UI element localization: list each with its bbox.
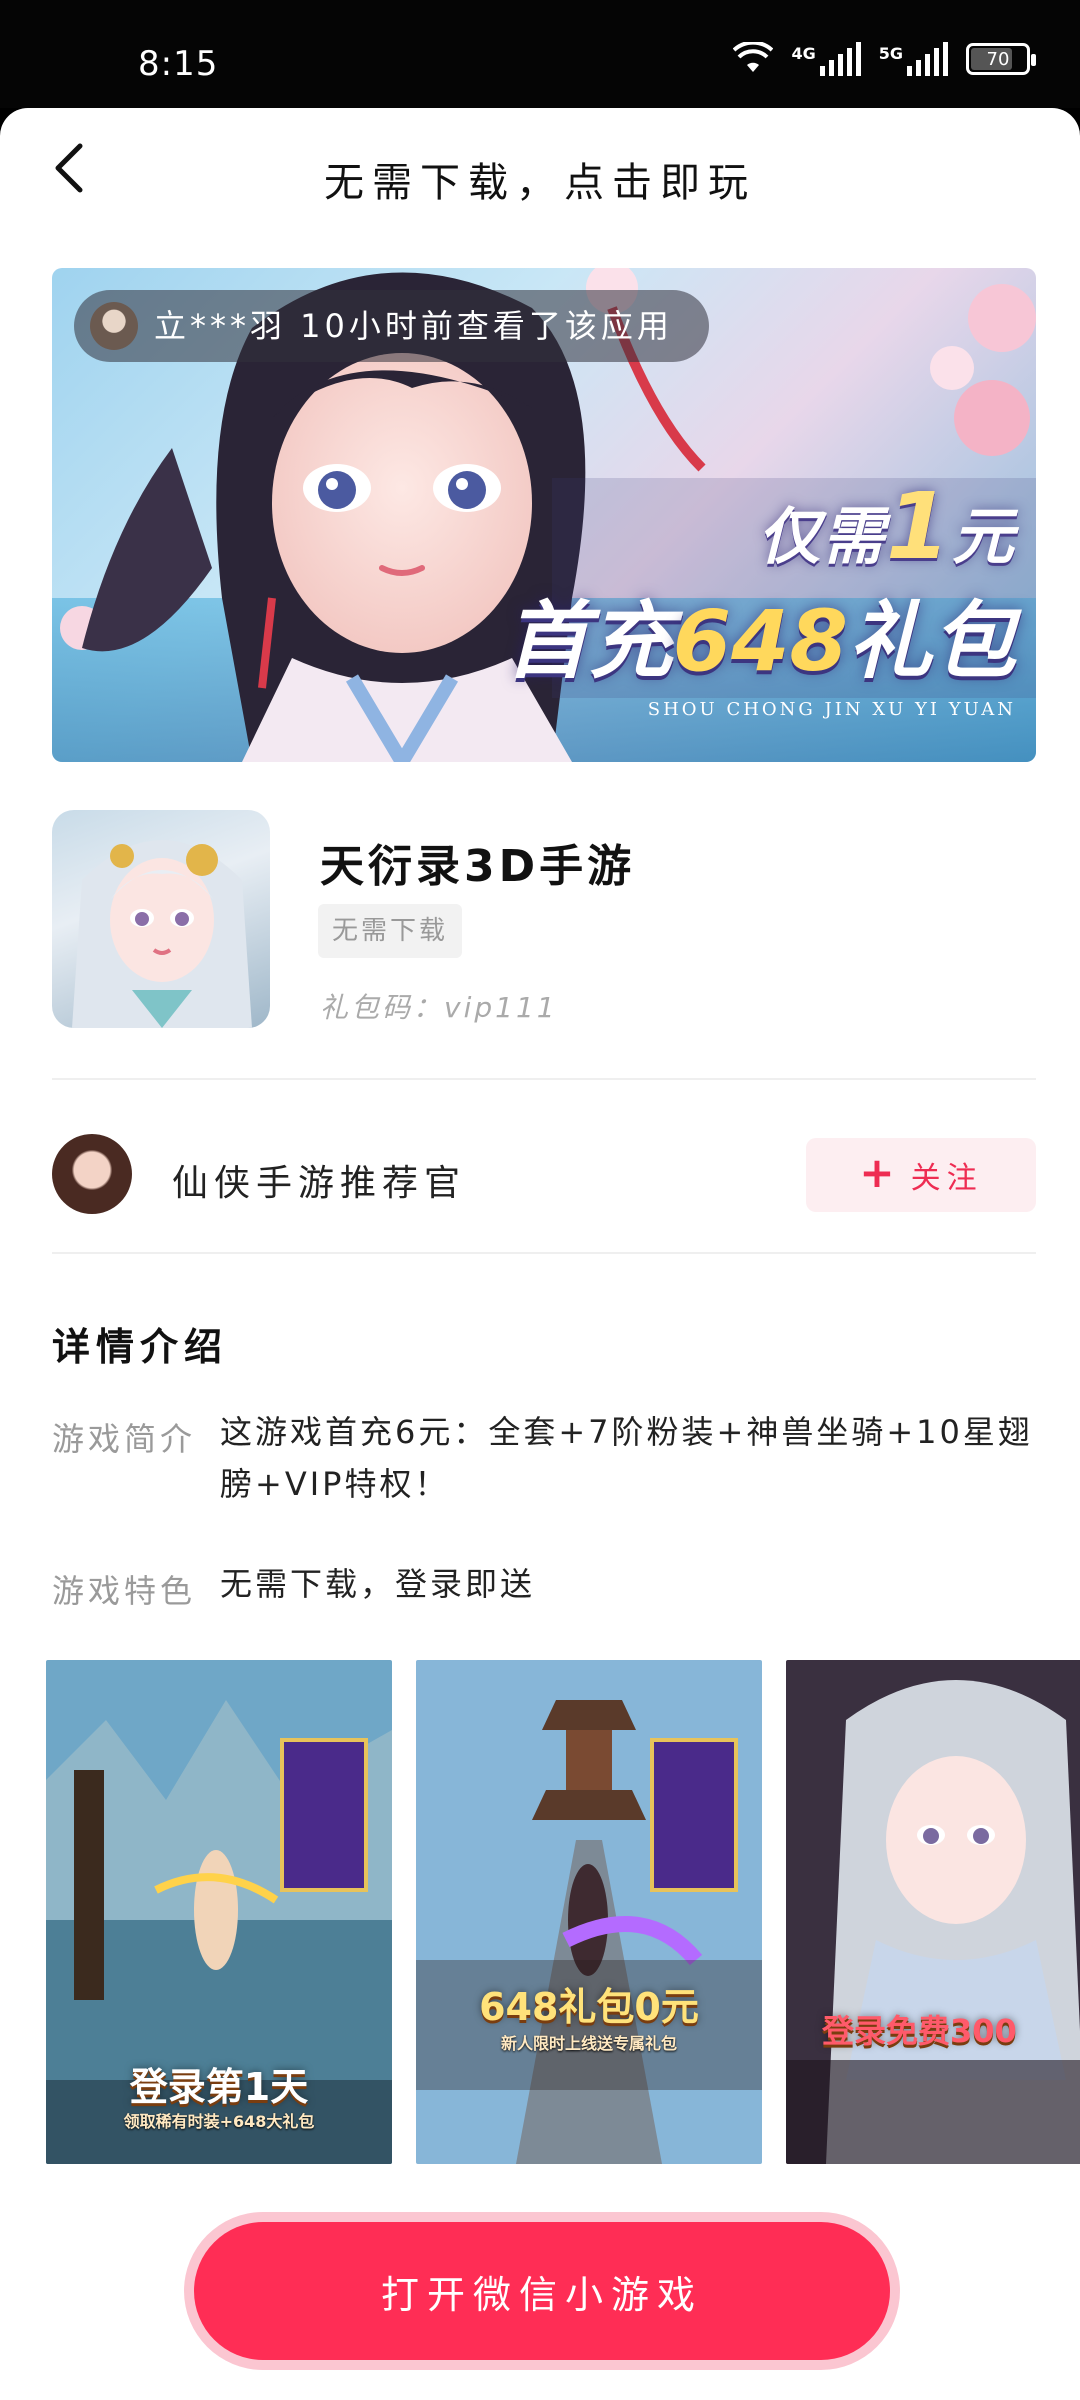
feature-value: 无需下载，登录即送: [220, 1565, 536, 1603]
screenshot-3-caption: 登录免费300: [822, 2012, 1017, 2050]
battery-level: 70: [986, 48, 1010, 70]
author-row: 仙侠手游推荐官 + 关注: [52, 1120, 1036, 1230]
promo-pinyin: SHOU CHONG JIN XU YI YUAN: [647, 699, 1016, 720]
screenshot-1-sub: 领取稀有时装+648大礼包: [123, 2112, 315, 2131]
divider: [52, 1252, 1036, 1254]
wifi-icon: [733, 42, 774, 72]
no-download-tag: 无需下载: [318, 904, 463, 958]
detail-sheet: 无需下载，点击即玩 立***羽 10小时前查看了该应用 仅需1元 首充648礼包…: [0, 108, 1080, 2400]
screenshot-2-caption: 648礼包0元: [479, 1985, 699, 2029]
screenshot-3-art: [786, 1660, 1080, 2164]
battery-icon: 70: [966, 43, 1036, 75]
app-info: 天衍录3D手游 无需下载 礼包码：vip111: [52, 810, 1036, 1030]
cell-signal-5g: 5G: [879, 42, 948, 76]
status-time: 8:15: [138, 44, 219, 84]
open-wechat-game-label: 打开微信小游戏: [194, 2222, 890, 2360]
screenshot-2[interactable]: 648礼包0元 新人限时上线送专属礼包: [416, 1660, 762, 2164]
screenshot-1-caption: 登录第1天: [129, 2065, 309, 2109]
app-icon[interactable]: [52, 810, 270, 1028]
open-wechat-game-button[interactable]: 打开微信小游戏: [184, 2212, 900, 2370]
cell-signal-4g: 4G: [791, 42, 861, 76]
signal-bars-icon: [819, 42, 861, 76]
status-icons: 4G 5G 70: [733, 42, 1036, 76]
section-title: 详情介绍: [52, 1325, 229, 1369]
recent-viewer-pill: 立***羽 10小时前查看了该应用: [74, 290, 709, 362]
signal-bars-icon: [907, 42, 948, 76]
top-bar: 无需下载，点击即玩: [0, 108, 1080, 238]
screenshot-1[interactable]: 登录第1天 领取稀有时装+648大礼包: [46, 1660, 392, 2164]
gift-code: 礼包码：vip111: [320, 991, 558, 1024]
feature-label: 游戏特色: [52, 1572, 197, 1610]
screenshot-gallery[interactable]: 登录第1天 领取稀有时装+648大礼包 648礼包0元 新人限时上线送专属礼包: [46, 1660, 1080, 2164]
plus-icon: +: [859, 1148, 901, 1197]
status-bar: 8:15 4G 5G 70: [0, 0, 1080, 108]
promo-line-2: 首充648礼包: [504, 592, 1016, 690]
follow-label: 关注: [910, 1161, 983, 1196]
app-name: 天衍录3D手游: [320, 841, 636, 892]
intro-row: 游戏简介 这游戏首充6元：全套+7阶粉装+神兽坐骑+10星翅膀+VIP特权！: [52, 1413, 1036, 1524]
feature-row: 游戏特色 无需下载，登录即送: [52, 1565, 1036, 1626]
bottom-bar: 打开微信小游戏: [0, 2188, 1080, 2400]
promo-text: 仅需1元 首充648礼包 SHOU CHONG JIN XU YI YUAN: [505, 473, 1016, 720]
screenshot-3[interactable]: 登录免费300: [786, 1660, 1080, 2164]
divider: [52, 1078, 1036, 1080]
page-title: 无需下载，点击即玩: [324, 160, 756, 206]
promo-banner[interactable]: 立***羽 10小时前查看了该应用 仅需1元 首充648礼包 SHOU CHON…: [52, 268, 1036, 762]
viewer-avatar: [90, 302, 138, 350]
screenshot-2-art: [416, 1660, 762, 2164]
screenshot-2-sub: 新人限时上线送专属礼包: [500, 2034, 677, 2053]
author-name[interactable]: 仙侠手游推荐官: [172, 1154, 466, 1206]
intro-label: 游戏简介: [52, 1420, 197, 1458]
viewer-text: 立***羽 10小时前查看了该应用: [154, 307, 673, 345]
intro-value: 这游戏首充6元：全套+7阶粉装+神兽坐骑+10星翅膀+VIP特权！: [220, 1413, 1033, 1503]
avatar[interactable]: [52, 1134, 132, 1214]
follow-button[interactable]: + 关注: [806, 1138, 1036, 1212]
promo-line-1: 仅需1元: [757, 473, 1016, 580]
app-icon-art: [72, 840, 252, 1028]
